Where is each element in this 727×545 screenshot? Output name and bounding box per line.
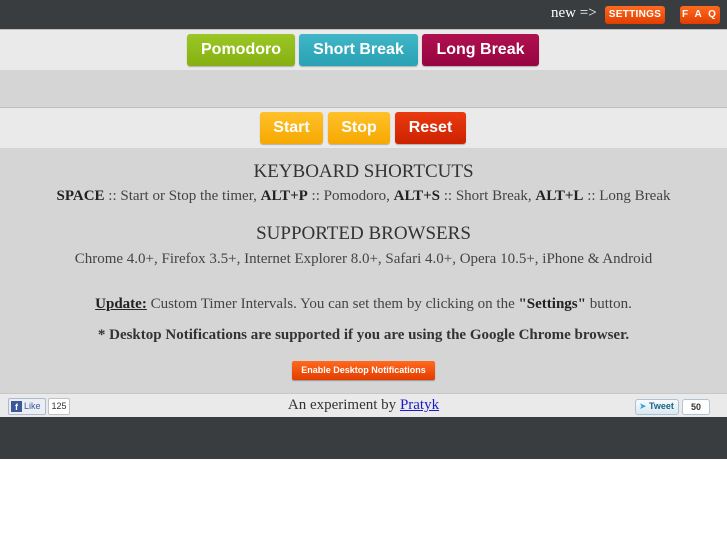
shortcut-key-alt-l: ALT+L <box>535 188 584 204</box>
start-button[interactable]: Start <box>260 112 323 144</box>
update-text-before: Custom Timer Intervals. You can set them… <box>146 296 519 312</box>
timer-display-area <box>0 70 727 107</box>
pomodoro-button[interactable]: Pomodoro <box>187 34 295 66</box>
shortcut-desc-space: :: Start or Stop the timer, <box>104 188 261 204</box>
footer-credit: An experiment by Pratyk <box>0 397 727 414</box>
shortcut-desc-alt-l: :: Long Break <box>583 188 671 204</box>
faq-button[interactable]: F A Q <box>680 6 720 24</box>
credit-text: An experiment by <box>287 397 400 413</box>
twitter-bird-icon: ➤ <box>639 401 647 411</box>
enable-desktop-notifications-button[interactable]: Enable Desktop Notifications <box>292 361 435 380</box>
long-break-button[interactable]: Long Break <box>422 34 539 66</box>
tweet-count: 50 <box>682 399 710 415</box>
shortcut-key-alt-p: ALT+P <box>260 188 308 204</box>
update-settings-quote: "Settings" <box>518 296 586 312</box>
shortcut-key-alt-s: ALT+S <box>393 188 440 204</box>
shortcut-desc-alt-s: :: Short Break, <box>440 188 536 204</box>
info-panel <box>0 148 727 393</box>
tweet-button[interactable]: ➤ Tweet <box>635 399 679 415</box>
shortcut-key-space: SPACE <box>56 188 105 204</box>
update-label: Update: <box>95 296 147 312</box>
supported-browsers-heading: SUPPORTED BROWSERS <box>256 223 471 244</box>
tweet-label: Tweet <box>649 401 674 411</box>
bottom-bar <box>0 417 727 459</box>
reset-button[interactable]: Reset <box>395 112 466 144</box>
short-break-button[interactable]: Short Break <box>299 34 418 66</box>
update-text-after: button. <box>585 296 632 312</box>
top-bar: new => SETTINGS F A Q <box>0 0 727 29</box>
supported-browsers-list: Chrome 4.0+, Firefox 3.5+, Internet Expl… <box>74 251 653 267</box>
stop-button[interactable]: Stop <box>328 112 390 144</box>
footer-bar: f Like 125 An experiment by Pratyk ➤ Twe… <box>0 393 727 417</box>
update-notice: Update: Custom Timer Intervals. You can … <box>0 296 727 313</box>
settings-button[interactable]: SETTINGS <box>605 6 665 24</box>
keyboard-shortcuts-heading: KEYBOARD SHORTCUTS <box>253 161 474 182</box>
desktop-notifications-note: * Desktop Notifications are supported if… <box>97 327 630 343</box>
keyboard-shortcuts-list: SPACE :: Start or Stop the timer, ALT+P … <box>0 188 727 205</box>
shortcut-desc-alt-p: :: Pomodoro, <box>307 188 394 204</box>
author-link[interactable]: Pratyk <box>400 397 439 413</box>
new-label: new => <box>551 5 597 21</box>
